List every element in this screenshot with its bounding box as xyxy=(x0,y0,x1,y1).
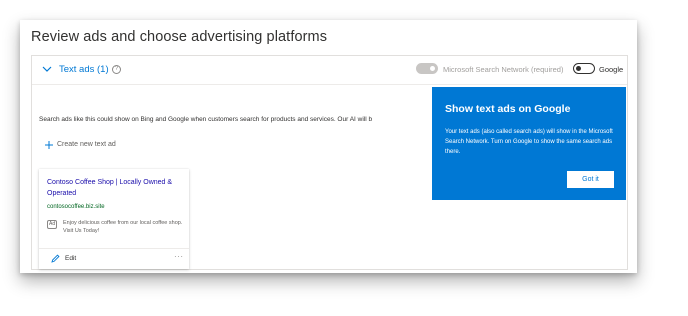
more-options-icon[interactable]: ··· xyxy=(174,252,184,261)
microsoft-network-toggle[interactable] xyxy=(416,63,438,74)
plus-icon xyxy=(45,141,53,149)
ad-title: Contoso Coffee Shop | Locally Owned & Op… xyxy=(47,179,173,197)
callout-title: Show text ads on Google xyxy=(445,103,571,115)
google-teaching-callout: Show text ads on Google Your text ads (a… xyxy=(432,87,626,200)
divider xyxy=(39,248,189,249)
chevron-down-icon[interactable] xyxy=(42,64,52,74)
google-label: Google xyxy=(599,65,624,74)
toggle-knob xyxy=(576,66,581,71)
info-icon[interactable]: ? xyxy=(112,65,121,74)
section-title[interactable]: Text ads (1) xyxy=(59,64,109,75)
ad-preview-card: Contoso Coffee Shop | Locally Owned & Op… xyxy=(39,169,189,269)
text-ads-header[interactable]: Text ads (1) ? Microsoft Search Network … xyxy=(32,56,627,85)
toggle-knob xyxy=(430,66,435,71)
ad-description: Enjoy delicious coffee from our local co… xyxy=(63,220,183,234)
ad-badge: Ad xyxy=(47,220,58,229)
edit-label: Edit xyxy=(65,255,77,262)
pencil-icon xyxy=(51,254,60,263)
got-it-button[interactable]: Got it xyxy=(567,171,614,188)
section-description: Search ads like this could show on Bing … xyxy=(39,116,373,123)
edit-ad-button[interactable]: Edit xyxy=(51,253,91,265)
google-toggle[interactable] xyxy=(573,63,595,74)
ad-url: contosocoffee.biz.site xyxy=(47,204,105,210)
page-title: Review ads and choose advertising platfo… xyxy=(31,29,328,45)
create-text-ad-label: Create new text ad xyxy=(57,141,116,148)
callout-body: Your text ads (also called search ads) w… xyxy=(445,129,613,155)
microsoft-network-label: Microsoft Search Network (required) xyxy=(443,65,564,74)
